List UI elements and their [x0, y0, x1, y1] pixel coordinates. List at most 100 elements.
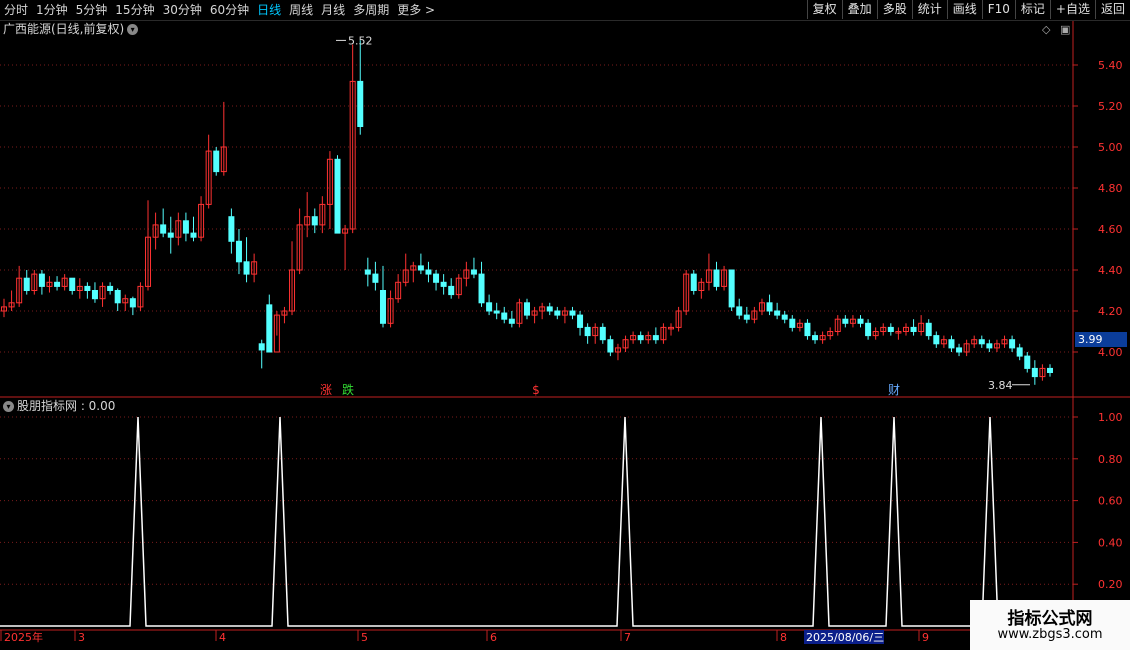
candle-down	[1016, 347, 1023, 357]
candle-down	[266, 304, 273, 353]
time-label: 5	[361, 631, 368, 644]
candle-down	[577, 314, 584, 328]
candle-down	[743, 314, 750, 320]
candle-down	[1047, 367, 1053, 373]
candle-down	[107, 285, 114, 291]
watermark-url: www.zbgs3.com	[997, 627, 1103, 642]
candle-down	[652, 335, 659, 341]
chevron-down-icon[interactable]: ▾	[3, 401, 14, 412]
tab-period-0[interactable]: 分时	[0, 0, 32, 20]
panel-controls: ◇ ▣	[1042, 23, 1070, 36]
tab-period-3[interactable]: 15分钟	[111, 0, 158, 20]
diamond-icon[interactable]: ◇	[1042, 23, 1050, 36]
price-label: 4.60	[1098, 223, 1123, 236]
candle-down	[334, 158, 341, 234]
candle-down	[789, 318, 796, 328]
stock-title[interactable]: 广西能源(日线,前复权) ▾	[3, 22, 139, 36]
tab-period-2[interactable]: 5分钟	[72, 0, 112, 20]
tab-period-9[interactable]: 多周期	[349, 0, 393, 20]
toolbar-button-7[interactable]: +自选	[1049, 0, 1095, 19]
event-marker-0: 涨	[320, 382, 332, 397]
candle-down	[865, 322, 872, 337]
candle-down	[774, 310, 781, 316]
candle-down	[584, 326, 591, 337]
tab-period-7[interactable]: 周线	[285, 0, 317, 20]
candle-down	[54, 281, 61, 287]
candle-down	[417, 265, 424, 271]
candle-down	[129, 298, 136, 308]
tab-period-1[interactable]: 1分钟	[32, 0, 72, 20]
time-label: 2025年	[4, 630, 43, 644]
stock-title-text: 广西能源(日线,前复权)	[3, 22, 125, 36]
time-label: 9	[922, 631, 929, 644]
chart-canvas[interactable]: 5.40 5.20 5.00 4.80 4.60 4.40 4.20 4.00 5.52 3.84…	[0, 21, 1130, 650]
toolbar-button-1[interactable]: 叠加	[841, 0, 877, 19]
tab-period-4[interactable]: 30分钟	[159, 0, 206, 20]
candle-down	[38, 273, 45, 287]
current-price-value: 3.99	[1078, 333, 1103, 346]
price-label: 4.80	[1098, 182, 1123, 195]
candle-down	[569, 310, 576, 316]
time-label: 6	[490, 631, 497, 644]
candle-down	[379, 290, 386, 324]
candle-down	[546, 306, 553, 312]
candle-down	[190, 232, 197, 238]
candle-down	[448, 285, 455, 296]
candle-down	[948, 339, 955, 349]
tab-period-10[interactable]: 更多 >	[393, 0, 439, 20]
toolbar-button-0[interactable]: 复权	[806, 0, 842, 19]
chevron-down-icon[interactable]: ▾	[127, 24, 139, 35]
toolbar-button-5[interactable]: F10	[981, 0, 1015, 19]
indicator-title-text: 股朋指标网 : 0.00	[17, 399, 116, 413]
tab-period-8[interactable]: 月线	[317, 0, 349, 20]
indicator-label: 0.40	[1098, 536, 1123, 549]
candle-down	[637, 335, 644, 341]
candle-down	[478, 273, 485, 304]
candle-down	[364, 269, 371, 275]
candle-down	[812, 335, 819, 341]
indicator-label: 1.00	[1098, 411, 1123, 424]
indicator-label: 0.60	[1098, 495, 1123, 508]
candle-down	[781, 314, 788, 320]
candle-down	[84, 285, 91, 291]
candle-down	[956, 347, 963, 353]
low-price-label: 3.84	[988, 379, 1013, 392]
time-label: 8	[780, 631, 787, 644]
time-label: 7	[624, 631, 631, 644]
candle-down	[357, 80, 364, 127]
candle-down	[433, 273, 440, 283]
date-cursor-label: 2025/08/06/三	[806, 631, 884, 644]
candle-down	[910, 326, 917, 332]
candle-down	[23, 277, 30, 292]
candle-down	[986, 343, 993, 349]
candle-down	[486, 302, 493, 312]
indicator-label: 0.20	[1098, 578, 1123, 591]
candle-down	[933, 335, 940, 345]
candle-down	[235, 240, 242, 263]
toolbar-button-3[interactable]: 统计	[911, 0, 947, 19]
candle-down	[736, 306, 743, 316]
price-label: 4.20	[1098, 305, 1123, 318]
price-label: 5.40	[1098, 59, 1123, 72]
watermark-logo: 指标公式网 www.zbgs3.com	[970, 600, 1130, 650]
tab-period-5[interactable]: 60分钟	[206, 0, 253, 20]
price-label: 4.00	[1098, 346, 1123, 359]
high-price-label: 5.52	[348, 34, 373, 47]
toolbar-button-8[interactable]: 返回	[1094, 0, 1130, 19]
toolbar-button-4[interactable]: 画线	[946, 0, 982, 19]
candle-down	[213, 150, 220, 173]
current-price-badge: 3.99	[1075, 332, 1127, 347]
toolbar-button-2[interactable]: 多股	[876, 0, 912, 19]
event-marker-3: 财	[888, 383, 900, 397]
indicator-title[interactable]: ▾ 股朋指标网 : 0.00	[3, 399, 115, 413]
window-toggle-icon[interactable]: ▣	[1060, 23, 1070, 36]
candle-down	[857, 318, 864, 324]
right-toolbar: 复权 叠加 多股 统计 画线 F10 标记 +自选 返回	[806, 0, 1130, 20]
candle-down	[599, 326, 606, 341]
candle-down	[728, 269, 735, 308]
toolbar-button-6[interactable]: 标记	[1014, 0, 1050, 19]
tab-period-6[interactable]: 日线	[253, 0, 285, 20]
candle-down	[1024, 355, 1031, 369]
time-label: 4	[219, 631, 226, 644]
period-tabs: 分时 1分钟 5分钟 15分钟 30分钟 60分钟 日线 周线 月线 多周期 更多 >	[0, 0, 439, 20]
